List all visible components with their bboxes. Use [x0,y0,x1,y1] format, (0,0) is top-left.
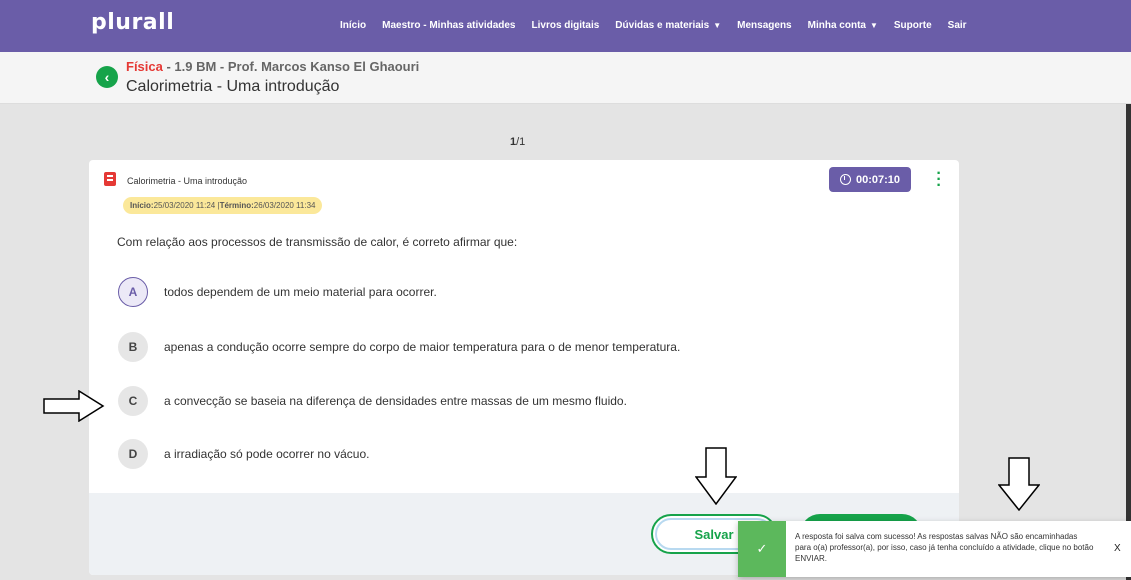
top-navbar: plurall Início Maestro - Minhas atividad… [0,0,1131,52]
nav-item-sair[interactable]: Sair [948,20,967,31]
option-letter: A [118,277,148,307]
option-text: a convecção se baseia na diferença de de… [164,394,627,408]
option-text: apenas a condução ocorre sempre do corpo… [164,340,681,354]
date-badge: Início: 25/03/2020 11:24 | Término: 26/0… [123,197,323,214]
course-detail: - 1.9 BM - Prof. Marcos Kanso El Ghaouri [162,59,420,74]
stopwatch-icon [839,174,851,185]
more-options-icon[interactable]: · · · [935,166,943,194]
right-edge-strip [1126,104,1131,580]
down-arrow-annotation-icon [998,457,1040,511]
option-a[interactable]: A todos dependem de um meio material par… [118,277,437,307]
page-counter: 1/1 [510,136,526,148]
nav-item-inicio[interactable]: Início [340,20,366,31]
nav-item-minha-conta[interactable]: Minha conta ▼ [808,20,878,31]
page-title: Calorimetria - Uma introdução [126,78,340,95]
option-d[interactable]: D a irradiação só pode ocorrer no vácuo. [118,439,369,469]
toast-message: A resposta foi salva com sucesso! As res… [795,532,1094,563]
back-button[interactable]: ‹ [96,66,118,88]
option-letter: B [118,332,148,362]
check-icon: ✓ [738,521,786,577]
option-text: a irradiação só pode ocorrer no vácuo. [164,447,370,461]
option-text: todos dependem de um meio material para … [164,285,437,299]
nav-item-maestro[interactable]: Maestro - Minhas atividades [382,20,515,31]
activity-name: Calorimetria - Uma introdução [127,176,248,186]
down-arrow-annotation-icon [695,447,737,505]
plurall-logo[interactable]: plurall [91,10,174,35]
caret-down-icon: ▼ [713,21,722,30]
chevron-left-icon: ‹ [104,69,110,85]
nav-item-suporte[interactable]: Suporte [894,20,932,31]
option-c[interactable]: C a convecção se baseia na diferença de … [118,386,627,416]
nav-item-livros-digitais[interactable]: Livros digitais [532,20,600,31]
question-text: Com relação aos processos de transmissão… [117,235,518,249]
option-letter: D [118,439,148,469]
course-info: Física - 1.9 BM - Prof. Marcos Kanso El … [126,59,419,74]
option-letter: C [118,386,148,416]
nav-item-duvidas-materiais[interactable]: Dúvidas e materiais ▼ [615,20,721,31]
option-b[interactable]: B apenas a condução ocorre sempre do cor… [118,332,680,362]
subject-name: Física [126,59,163,74]
document-icon [104,172,116,186]
timer-badge: 00:07:10 [829,167,911,192]
main-nav: Início Maestro - Minhas atividades Livro… [340,20,983,31]
toast-close-button[interactable]: X [1114,543,1121,554]
caret-down-icon: ▼ [869,21,878,30]
success-toast: ✓ A resposta foi salva com sucesso! As r… [738,521,1131,577]
right-arrow-annotation-icon [43,390,105,422]
nav-item-mensagens[interactable]: Mensagens [737,20,791,31]
timer-value: 00:07:10 [855,173,901,186]
